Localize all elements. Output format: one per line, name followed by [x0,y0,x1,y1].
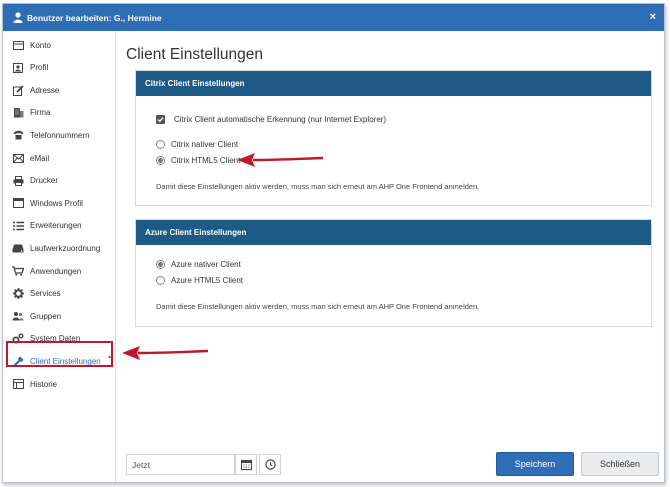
sidebar-item-anwendungen[interactable]: Anwendungen [3,260,116,282]
sidebar-item-label: Historie [30,379,58,389]
sidebar-item-label: Client Einstellungen [30,356,101,366]
azure-native-radio[interactable] [156,260,165,269]
printer-icon [12,175,24,187]
dialog-titlebar: Benutzer bearbeiten: G., Hermine × [3,4,664,31]
citrix-html5-label: Citrix HTML5 Client [171,156,241,165]
sidebar-item-label: Profil [30,63,49,73]
auto-detect-label: Citrix Client automatische Erkennung (nu… [174,115,387,124]
citrix-html5-radio[interactable] [156,156,165,165]
close-icon[interactable]: × [650,11,656,23]
azure-panel: Azure Client Einstellungen Azure nativer… [135,219,652,327]
calendar-icon[interactable] [235,454,257,475]
azure-html5-radio[interactable] [156,276,165,285]
sidebar-item-label: Services [30,289,61,299]
sidebar-item-gruppen[interactable]: Gruppen [3,305,116,327]
sidebar-item-label: Firma [30,108,51,118]
sidebar-item-konto[interactable]: Konto [3,34,116,56]
citrix-auto-detect-row[interactable]: Citrix Client automatische Erkennung (nu… [156,115,386,124]
gear-icon [12,288,24,300]
sidebar-item-system-daten[interactable]: System Daten [3,328,116,350]
sidebar-item-label: Telefonnummern [30,130,90,140]
date-input[interactable]: Jetzt [126,454,235,475]
list-icon [12,220,24,232]
sidebar-item-label: Drucker [30,176,59,186]
profile-icon [12,62,24,74]
citrix-native-radio[interactable] [156,140,165,149]
sidebar-item-label: eMail [30,153,50,163]
main-content: Client Einstellungen Citrix Client Einst… [117,31,664,482]
sidebar-item-telefonnummern[interactable]: Telefonnummern [3,124,116,146]
sidebar-item-label: System Daten [30,334,81,344]
sidebar-item-label: Laufwerkzuordnung [30,243,101,253]
wrench-icon [12,355,24,367]
citrix-html5-option[interactable]: Citrix HTML5 Client [156,156,240,165]
sidebar-item-label: Erweiterungen [30,221,82,231]
azure-html5-option[interactable]: Azure HTML5 Client [156,276,243,285]
save-button[interactable]: Speichern [496,452,574,476]
sidebar-item-label: Adresse [30,85,60,95]
sidebar-item-services[interactable]: Services [3,283,116,305]
sidebar-item-historie[interactable]: Historie [3,373,116,395]
cogs-icon [12,333,24,345]
sidebar-item-firma[interactable]: Firma [3,102,116,124]
sidebar-item-email[interactable]: eMail [3,147,116,169]
sidebar-item-drucker[interactable]: Drucker [3,170,116,192]
azure-note: Damit diese Einstellungen aktiv werden, … [156,302,480,311]
sidebar-item-adresse[interactable]: Adresse [3,79,116,101]
phone-icon [12,129,24,141]
active-marker-icon: ▲ [107,354,112,361]
sidebar-item-label: Anwendungen [30,266,82,276]
envelope-icon [12,152,24,164]
citrix-native-option[interactable]: Citrix nativer Client [156,140,238,149]
close-button[interactable]: Schließen [581,452,659,476]
sidebar-item-laufwerkzuordnung[interactable]: Laufwerkzuordnung [3,237,116,259]
edit-user-dialog: Benutzer bearbeiten: G., Hermine × Konto… [2,3,665,483]
sidebar-item-label: Windows Profil [30,198,83,208]
sidebar-item-windows-profil[interactable]: Windows Profil [3,192,116,214]
citrix-native-label: Citrix nativer Client [171,140,239,149]
card-icon [12,39,24,51]
citrix-note: Damit diese Einstellungen aktiv werden, … [156,182,480,191]
page-title: Client Einstellungen [126,46,264,63]
citrix-panel: Citrix Client Einstellungen Citrix Clien… [135,70,652,206]
azure-html5-label: Azure HTML5 Client [171,276,244,285]
history-icon [12,378,24,390]
edit-icon [12,84,24,96]
drive-icon [12,242,24,254]
cart-icon [12,265,24,277]
sidebar-item-label: Gruppen [30,311,62,321]
azure-native-option[interactable]: Azure nativer Client [156,260,241,269]
sidebar-item-client-einstellungen[interactable]: Client Einstellungen ▲ [3,350,116,372]
citrix-panel-header: Citrix Client Einstellungen [136,71,651,96]
azure-native-label: Azure nativer Client [171,260,241,269]
sidebar-item-label: Konto [30,40,51,50]
dialog-title: Benutzer bearbeiten: G., Hermine [27,12,162,23]
user-icon [12,12,24,24]
sidebar: Konto Profil Adresse Firma Telefonnummern eMa… [3,31,116,482]
azure-panel-header: Azure Client Einstellungen [136,220,651,245]
auto-detect-checkbox[interactable] [156,115,165,124]
building-icon [12,107,24,119]
clock-icon[interactable] [259,454,281,475]
window-icon [12,197,24,209]
group-icon [12,310,24,322]
sidebar-item-erweiterungen[interactable]: Erweiterungen [3,215,116,237]
sidebar-item-profil[interactable]: Profil [3,57,116,79]
